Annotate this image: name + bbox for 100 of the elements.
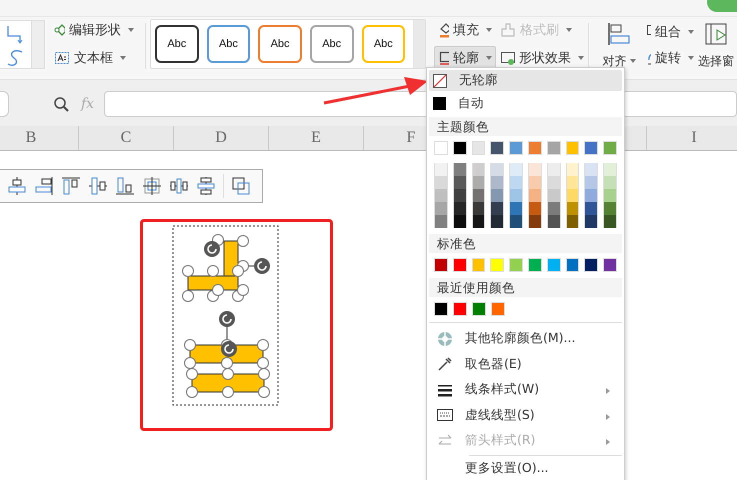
- menu-item[interactable]: 自动: [429, 93, 622, 114]
- menu-item[interactable]: 取色器(E): [429, 352, 622, 377]
- color-swatch[interactable]: [434, 189, 448, 202]
- color-swatch[interactable]: [453, 302, 467, 316]
- color-swatch[interactable]: [603, 258, 617, 272]
- align-option-icon[interactable]: [115, 176, 135, 196]
- color-swatch[interactable]: [528, 202, 542, 215]
- color-swatch[interactable]: [472, 141, 486, 155]
- color-swatch[interactable]: [603, 215, 617, 228]
- color-swatch[interactable]: [528, 141, 542, 155]
- column-header[interactable]: I: [647, 126, 737, 150]
- color-swatch[interactable]: [509, 176, 523, 189]
- color-swatch[interactable]: [584, 141, 598, 155]
- color-swatch[interactable]: [546, 258, 561, 272]
- align-option-icon[interactable]: [7, 176, 27, 196]
- ribbon-button[interactable]: 填充: [434, 18, 496, 42]
- color-swatch[interactable]: [452, 141, 467, 155]
- color-swatch[interactable]: [546, 215, 561, 228]
- zoom-icon[interactable]: [53, 96, 69, 112]
- color-swatch[interactable]: [566, 141, 580, 155]
- color-swatch[interactable]: [472, 258, 486, 272]
- color-swatch[interactable]: [434, 176, 448, 189]
- column-header[interactable]: C: [79, 126, 174, 150]
- color-swatch[interactable]: [472, 302, 486, 316]
- color-swatch[interactable]: [603, 189, 617, 202]
- align-option-icon[interactable]: [142, 176, 162, 196]
- color-swatch[interactable]: [509, 163, 523, 176]
- ribbon-button[interactable]: 形状效果: [496, 46, 588, 70]
- color-swatch[interactable]: [566, 163, 580, 176]
- menu-item[interactable]: 无轮廓: [429, 70, 622, 91]
- shape-style-button[interactable]: Abc: [258, 25, 302, 63]
- ribbon-button[interactable]: 文本框: [51, 47, 137, 69]
- align-option-icon[interactable]: [196, 176, 216, 196]
- gallery-scrollbar[interactable]: [413, 20, 426, 68]
- color-swatch[interactable]: [603, 176, 617, 189]
- color-swatch[interactable]: [584, 258, 598, 272]
- color-swatch[interactable]: [490, 215, 504, 228]
- color-swatch[interactable]: [509, 141, 523, 155]
- align-option-icon[interactable]: [169, 176, 189, 196]
- color-swatch[interactable]: [490, 176, 504, 189]
- color-swatch[interactable]: [546, 141, 561, 155]
- color-swatch[interactable]: [434, 141, 448, 155]
- color-swatch[interactable]: [509, 258, 523, 272]
- group-icon[interactable]: [231, 176, 251, 196]
- color-swatch[interactable]: [528, 176, 542, 189]
- menu-item[interactable]: 其他轮廓颜色(M)...: [429, 326, 622, 352]
- rotate-button[interactable]: 旋转: [643, 47, 697, 69]
- color-swatch[interactable]: [528, 189, 542, 202]
- menu-item[interactable]: 更多设置(O)...: [429, 456, 622, 480]
- color-swatch[interactable]: [452, 176, 467, 189]
- color-swatch[interactable]: [434, 258, 448, 272]
- shape-style-button[interactable]: Abc: [155, 25, 199, 63]
- menu-item[interactable]: 虚线线型(S): [429, 402, 622, 428]
- color-swatch[interactable]: [566, 258, 580, 272]
- color-swatch[interactable]: [509, 189, 523, 202]
- column-header[interactable]: D: [174, 126, 269, 150]
- color-swatch[interactable]: [472, 189, 486, 202]
- shape-style-button[interactable]: Abc: [310, 25, 354, 63]
- color-swatch[interactable]: [452, 215, 467, 228]
- color-swatch[interactable]: [566, 215, 580, 228]
- color-swatch[interactable]: [490, 189, 504, 202]
- color-swatch[interactable]: [528, 215, 542, 228]
- gallery-scrollbar[interactable]: [31, 21, 44, 68]
- color-swatch[interactable]: [546, 163, 561, 176]
- color-swatch[interactable]: [584, 189, 598, 202]
- align-option-icon[interactable]: [61, 176, 81, 196]
- color-swatch[interactable]: [472, 215, 486, 228]
- color-swatch[interactable]: [528, 163, 542, 176]
- color-swatch[interactable]: [490, 163, 504, 176]
- selection-pane-button[interactable]: 选择窗: [697, 20, 735, 70]
- color-swatch[interactable]: [566, 202, 580, 215]
- color-swatch[interactable]: [584, 215, 598, 228]
- color-swatch[interactable]: [584, 176, 598, 189]
- color-swatch[interactable]: [434, 215, 448, 228]
- align-option-icon[interactable]: [88, 176, 108, 196]
- color-swatch[interactable]: [434, 163, 448, 176]
- color-swatch[interactable]: [452, 189, 467, 202]
- shape-style-button[interactable]: Abc: [362, 25, 406, 63]
- color-swatch[interactable]: [452, 258, 467, 272]
- color-swatch[interactable]: [491, 302, 505, 316]
- align-option-icon[interactable]: [34, 176, 54, 196]
- color-swatch[interactable]: [434, 302, 448, 316]
- color-swatch[interactable]: [490, 258, 504, 272]
- ribbon-button[interactable]: 编辑形状: [51, 19, 137, 41]
- color-swatch[interactable]: [546, 189, 561, 202]
- color-swatch[interactable]: [566, 176, 580, 189]
- name-box[interactable]: [0, 91, 9, 117]
- color-swatch[interactable]: [472, 163, 486, 176]
- color-swatch[interactable]: [528, 258, 542, 272]
- color-swatch[interactable]: [546, 202, 561, 215]
- shape-style-button[interactable]: Abc: [206, 25, 250, 63]
- color-swatch[interactable]: [472, 176, 486, 189]
- color-swatch[interactable]: [472, 202, 486, 215]
- column-header[interactable]: E: [269, 126, 364, 150]
- align-button[interactable]: 对齐: [595, 20, 643, 70]
- color-swatch[interactable]: [452, 202, 467, 215]
- color-swatch[interactable]: [509, 215, 523, 228]
- color-swatch[interactable]: [452, 163, 467, 176]
- color-swatch[interactable]: [603, 163, 617, 176]
- column-header[interactable]: B: [0, 126, 79, 150]
